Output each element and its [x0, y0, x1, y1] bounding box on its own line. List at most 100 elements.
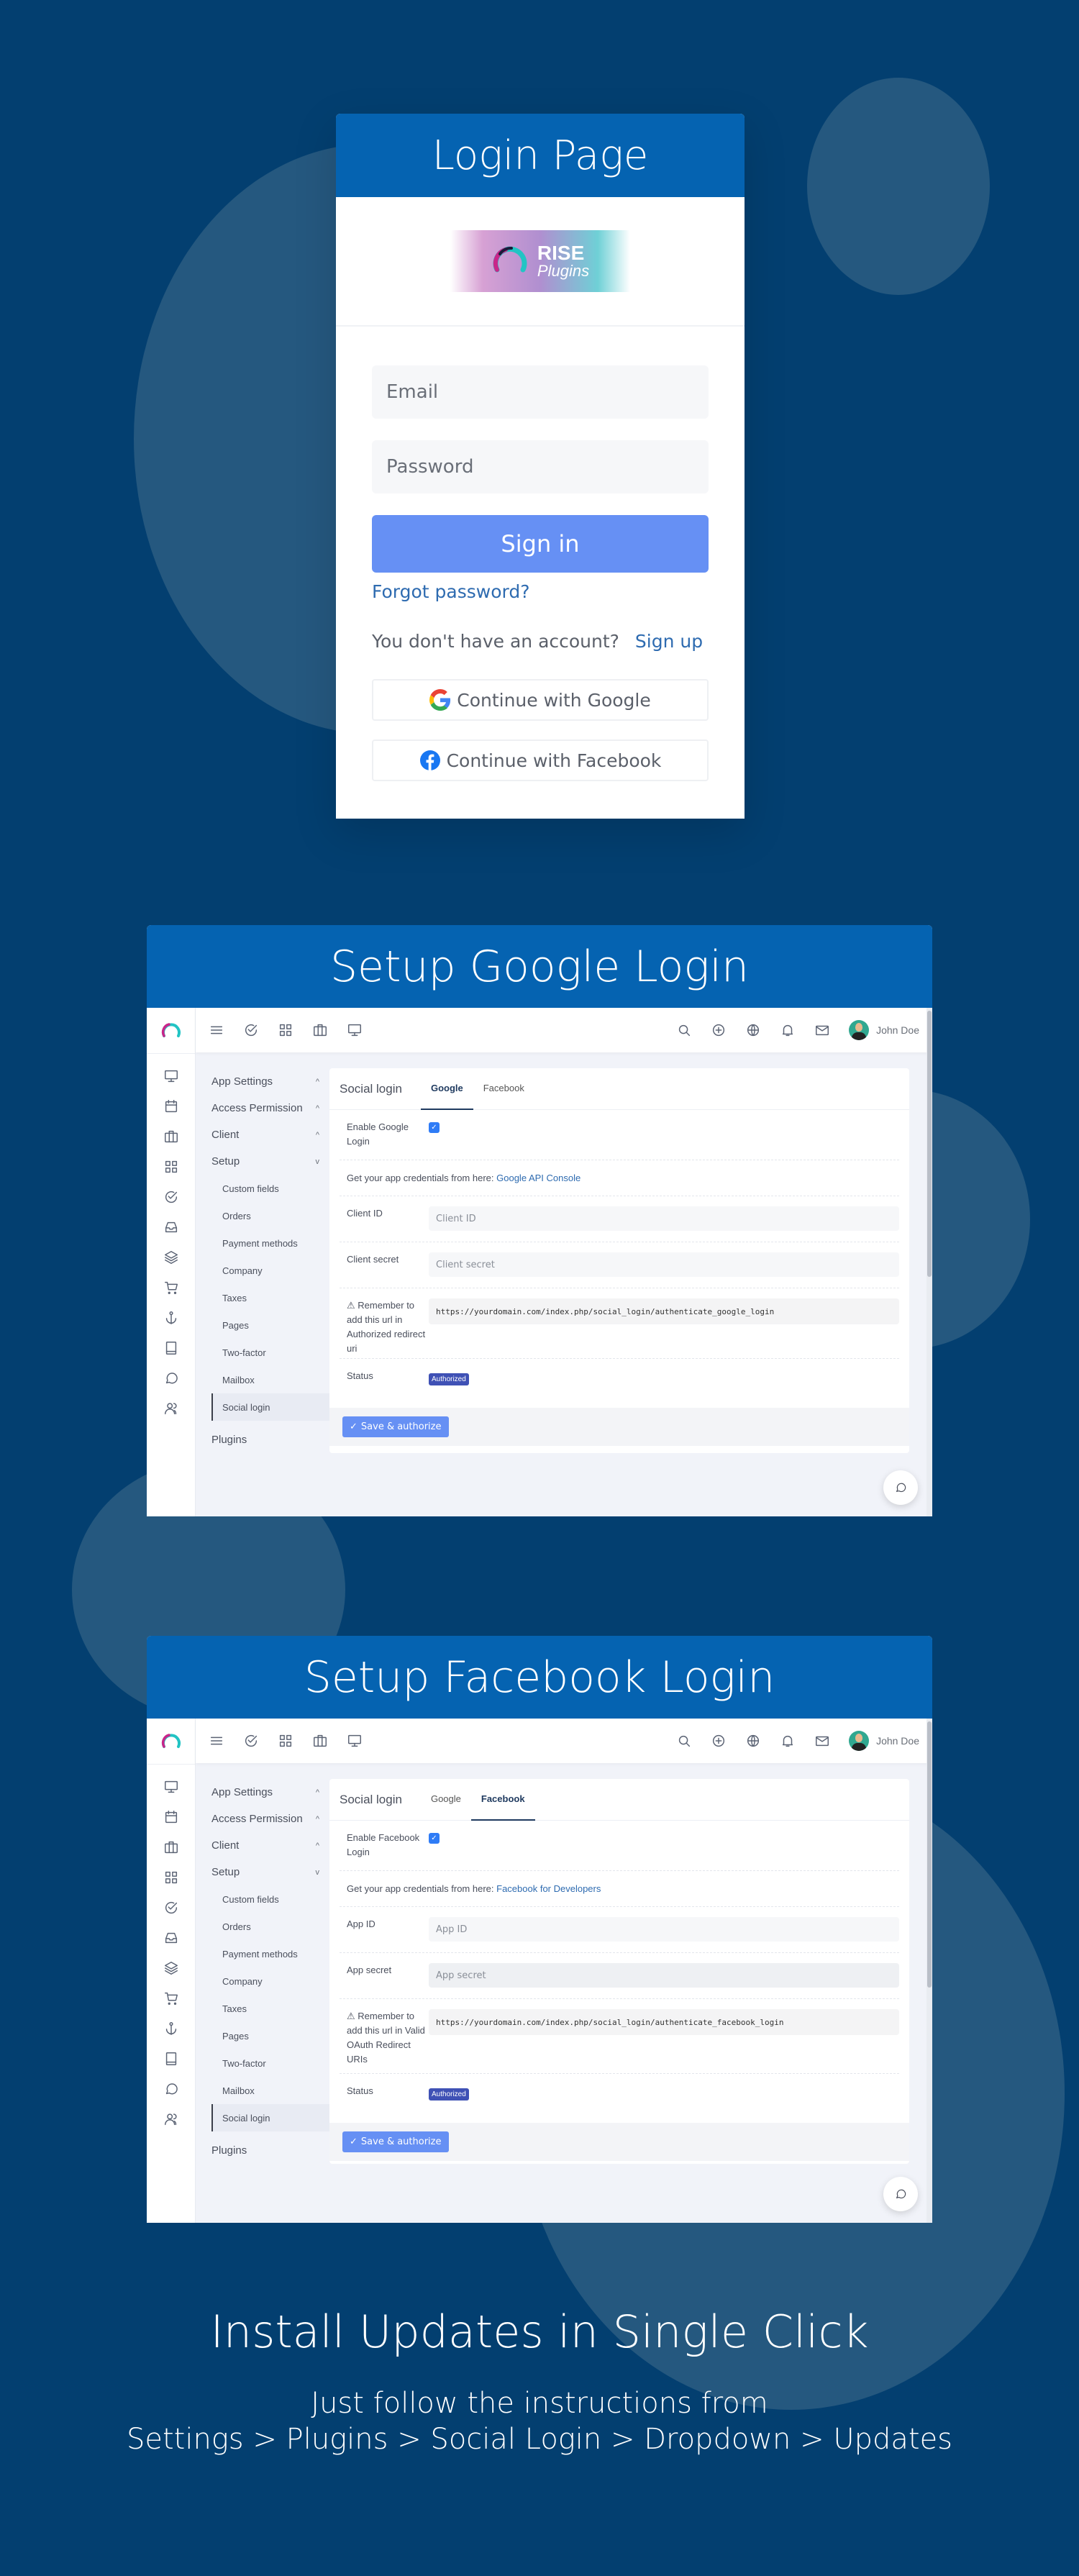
plus-circle-icon[interactable] — [711, 1022, 727, 1038]
client-secret-input[interactable] — [429, 1252, 899, 1277]
scrollbar[interactable] — [927, 1008, 932, 1516]
book-icon[interactable] — [163, 2051, 179, 2067]
forgot-password-link[interactable]: Forgot password? — [372, 581, 709, 602]
google-api-console-link[interactable]: Google API Console — [496, 1173, 581, 1183]
nav-social-login[interactable]: Social login — [211, 2104, 329, 2131]
nav-two-factor[interactable]: Two-factor — [211, 1339, 329, 1366]
anchor-icon[interactable] — [163, 1310, 179, 1326]
nav-taxes[interactable]: Taxes — [211, 1284, 329, 1311]
save-authorize-button[interactable]: ✓ Save & authorize — [342, 1416, 449, 1437]
menu-icon[interactable] — [209, 1022, 224, 1038]
check-circle-icon[interactable] — [163, 1189, 179, 1205]
save-authorize-button[interactable]: ✓ Save & authorize — [342, 2131, 449, 2152]
nav-orders[interactable]: Orders — [211, 1913, 329, 1940]
enable-google-checkbox[interactable]: ✓ — [429, 1122, 440, 1133]
briefcase-icon[interactable] — [163, 1129, 179, 1144]
tab-facebook[interactable]: Facebook — [470, 1779, 535, 1821]
nav-app-settings[interactable]: App Settings ^ — [211, 1779, 329, 1806]
nav-client[interactable]: Client ^ — [211, 1832, 329, 1859]
nav-plugins[interactable]: Plugins — [211, 1426, 329, 1453]
layers-icon[interactable] — [163, 1960, 179, 1976]
monitor-icon[interactable] — [163, 1068, 179, 1084]
check-circle-icon[interactable] — [243, 1022, 259, 1038]
nav-two-factor[interactable]: Two-factor — [211, 2049, 329, 2077]
menu-icon[interactable] — [209, 1733, 224, 1749]
tab-google[interactable]: Google — [421, 1779, 471, 1821]
chat-icon[interactable] — [163, 1370, 179, 1386]
cart-icon[interactable] — [163, 1280, 179, 1296]
inbox-icon[interactable] — [163, 1930, 179, 1946]
mail-icon[interactable] — [814, 1022, 830, 1038]
sign-up-link[interactable]: Sign up — [635, 631, 703, 652]
check-circle-icon[interactable] — [163, 1900, 179, 1916]
user-menu[interactable]: John Doe — [849, 1020, 919, 1040]
globe-icon[interactable] — [745, 1733, 761, 1749]
nav-mailbox[interactable]: Mailbox — [211, 1366, 329, 1393]
plus-circle-icon[interactable] — [711, 1733, 727, 1749]
globe-icon[interactable] — [745, 1022, 761, 1038]
chat-button[interactable] — [883, 2177, 918, 2211]
nav-setup[interactable]: Setup v — [211, 1148, 329, 1175]
nav-app-settings[interactable]: App Settings ^ — [211, 1068, 329, 1095]
sign-in-button[interactable]: Sign in — [372, 515, 709, 573]
nav-access-permission[interactable]: Access Permission ^ — [211, 1806, 329, 1832]
nav-orders[interactable]: Orders — [211, 1202, 329, 1229]
check-circle-icon[interactable] — [243, 1733, 259, 1749]
nav-social-login[interactable]: Social login — [211, 1393, 329, 1421]
user-menu[interactable]: John Doe — [849, 1731, 919, 1751]
app-logo[interactable] — [147, 1719, 195, 1765]
app-secret-input[interactable] — [429, 1963, 899, 1988]
continue-with-google-button[interactable]: Continue with Google — [372, 679, 709, 721]
nav-payment-methods[interactable]: Payment methods — [211, 1940, 329, 1967]
facebook-developers-link[interactable]: Facebook for Developers — [496, 1883, 601, 1894]
grid-icon[interactable] — [278, 1022, 293, 1038]
users-icon[interactable] — [163, 2111, 179, 2127]
monitor-icon[interactable] — [347, 1733, 363, 1749]
book-icon[interactable] — [163, 1340, 179, 1356]
anchor-icon[interactable] — [163, 2021, 179, 2036]
grid-icon[interactable] — [163, 1870, 179, 1885]
monitor-icon[interactable] — [347, 1022, 363, 1038]
email-input[interactable] — [372, 365, 709, 419]
nav-company[interactable]: Company — [211, 1967, 329, 1995]
app-id-input[interactable] — [429, 1917, 899, 1942]
redirect-url-box[interactable]: https://yourdomain.com/index.php/social_… — [429, 2009, 899, 2035]
password-input[interactable] — [372, 440, 709, 493]
briefcase-icon[interactable] — [163, 1839, 179, 1855]
nav-custom-fields[interactable]: Custom fields — [211, 1175, 329, 1202]
nav-pages[interactable]: Pages — [211, 2022, 329, 2049]
chat-button[interactable] — [883, 1470, 918, 1505]
nav-mailbox[interactable]: Mailbox — [211, 2077, 329, 2104]
tab-facebook[interactable]: Facebook — [473, 1068, 534, 1110]
app-logo[interactable] — [147, 1008, 195, 1054]
nav-payment-methods[interactable]: Payment methods — [211, 1229, 329, 1257]
client-id-input[interactable] — [429, 1206, 899, 1231]
continue-with-facebook-button[interactable]: Continue with Facebook — [372, 739, 709, 781]
nav-custom-fields[interactable]: Custom fields — [211, 1885, 329, 1913]
nav-plugins[interactable]: Plugins — [211, 2137, 329, 2164]
nav-company[interactable]: Company — [211, 1257, 329, 1284]
nav-taxes[interactable]: Taxes — [211, 1995, 329, 2022]
calendar-icon[interactable] — [163, 1809, 179, 1825]
chat-icon[interactable] — [163, 2081, 179, 2097]
cart-icon[interactable] — [163, 1990, 179, 2006]
bell-icon[interactable] — [780, 1022, 796, 1038]
search-icon[interactable] — [676, 1022, 692, 1038]
inbox-icon[interactable] — [163, 1219, 179, 1235]
users-icon[interactable] — [163, 1401, 179, 1416]
redirect-url-box[interactable]: https://yourdomain.com/index.php/social_… — [429, 1298, 899, 1324]
briefcase-icon[interactable] — [312, 1022, 328, 1038]
layers-icon[interactable] — [163, 1250, 179, 1265]
scrollbar[interactable] — [927, 1719, 932, 2223]
nav-client[interactable]: Client ^ — [211, 1121, 329, 1148]
monitor-icon[interactable] — [163, 1779, 179, 1795]
tab-google[interactable]: Google — [420, 1068, 473, 1110]
grid-icon[interactable] — [163, 1159, 179, 1175]
bell-icon[interactable] — [780, 1733, 796, 1749]
mail-icon[interactable] — [814, 1733, 830, 1749]
search-icon[interactable] — [676, 1733, 692, 1749]
calendar-icon[interactable] — [163, 1098, 179, 1114]
nav-access-permission[interactable]: Access Permission ^ — [211, 1095, 329, 1121]
enable-facebook-checkbox[interactable]: ✓ — [429, 1833, 440, 1844]
briefcase-icon[interactable] — [312, 1733, 328, 1749]
